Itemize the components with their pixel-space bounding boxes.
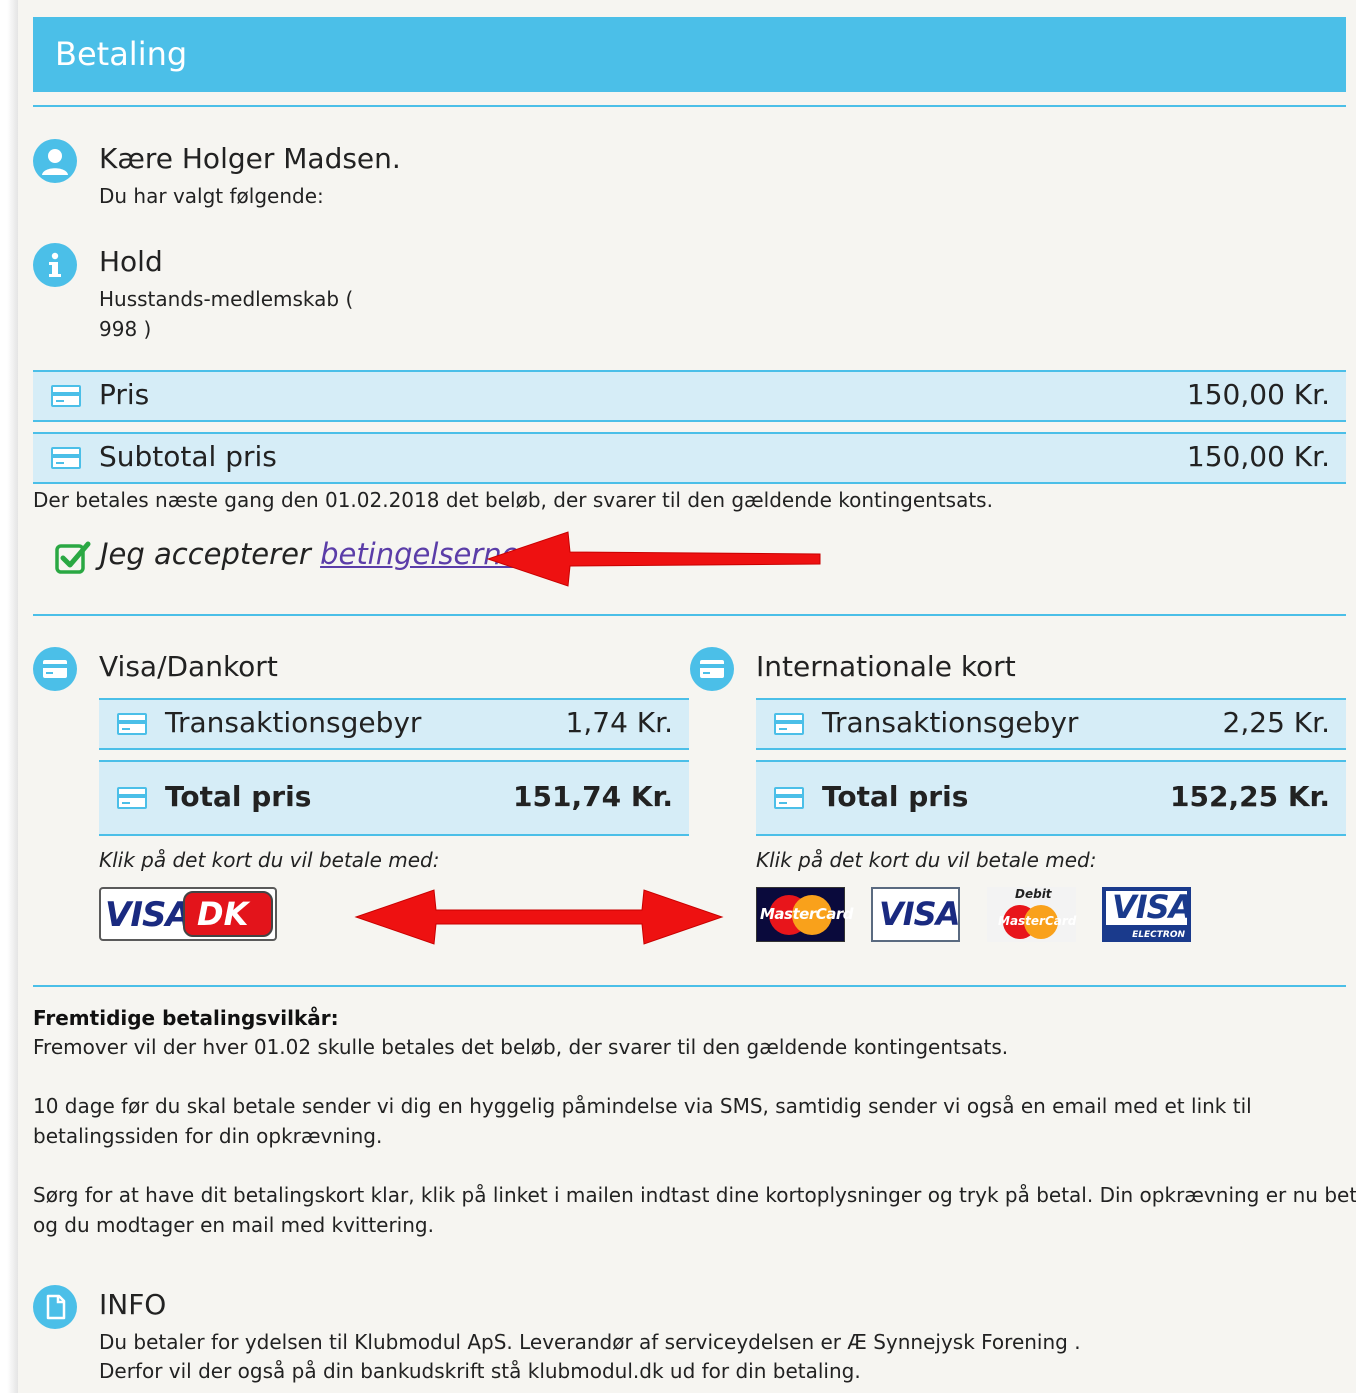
divider (33, 985, 1346, 987)
greeting-subtitle: Du har valgt følgende: (99, 184, 324, 208)
electron-logo-text: ELECTRON (1132, 930, 1185, 940)
visa-electron-card-button[interactable]: VISA ELECTRON (1102, 887, 1193, 942)
credit-card-icon (774, 787, 804, 809)
visa-dankort-instruction: Klik på det kort du vil betale med: (99, 848, 440, 872)
visa-dankort-title: Visa/Dankort (99, 650, 278, 683)
credit-card-icon (51, 447, 81, 469)
international-title: Internationale kort (756, 650, 1016, 683)
visa-logo-text: VISA (105, 895, 192, 935)
red-double-arrow (354, 889, 724, 945)
payment-page: Betaling Kære Holger Madsen. Du har valg… (0, 0, 1356, 1393)
terms-checkbox[interactable] (55, 541, 91, 574)
credit-card-icon (117, 787, 147, 809)
visa-card-button[interactable]: VISA (871, 887, 960, 942)
total-value: 152,25 Kr. (1170, 780, 1330, 813)
price-value: 150,00 Kr. (1186, 378, 1330, 411)
page-left-shadow (0, 0, 18, 1393)
total-label: Total pris (822, 780, 969, 813)
visa-dankort-card-button[interactable]: VISA DK (99, 887, 277, 941)
dankort-logo-text: DK (197, 895, 249, 933)
future-terms-line1: Fremover vil der hver 01.02 skulle betal… (33, 1035, 1009, 1059)
divider (33, 614, 1346, 616)
visa-dankort-total-row: Total pris 151,74 Kr. (99, 760, 689, 836)
credit-card-icon (117, 713, 147, 735)
future-terms-title: Fremtidige betalingsvilkår: (33, 1006, 339, 1030)
terms-accept-label: Jeg accepterer (100, 537, 321, 571)
terms-text: Jeg accepterer betingelserne (100, 537, 520, 571)
document-icon (33, 1285, 77, 1329)
page-title: Betaling (55, 35, 188, 73)
user-icon (33, 139, 77, 183)
price-label: Pris (99, 378, 150, 411)
visa-electron-logo-text: VISA (1112, 888, 1193, 926)
fee-label: Transaktionsgebyr (165, 706, 422, 739)
credit-card-icon (51, 385, 81, 407)
mastercard-logo-text: MasterCard (760, 905, 853, 923)
hold-number: 998 ) (99, 317, 152, 341)
fee-label: Transaktionsgebyr (822, 706, 1079, 739)
credit-card-circle-icon (33, 647, 77, 691)
price-row: Pris 150,00 Kr. (33, 370, 1346, 422)
visa-dankort-fee-row: Transaktionsgebyr 1,74 Kr. (99, 698, 689, 750)
future-terms-para2-line1: 10 dage før du skal betale sender vi dig… (33, 1094, 1252, 1118)
debit-mastercard-logo-text: MasterCard (998, 914, 1077, 928)
divider (33, 105, 1346, 107)
info-line2: Derfor vil der også på din bankudskrift … (99, 1359, 861, 1383)
info-icon (33, 243, 77, 287)
subtotal-value: 150,00 Kr. (1186, 440, 1330, 473)
info-title: INFO (99, 1288, 167, 1321)
hold-name: Husstands-medlemskab ( (99, 287, 354, 311)
hold-title: Hold (99, 245, 163, 278)
total-value: 151,74 Kr. (513, 780, 673, 813)
greeting-title: Kære Holger Madsen. (99, 142, 401, 175)
international-fee-row: Transaktionsgebyr 2,25 Kr. (756, 698, 1346, 750)
dankort-logo: DK (183, 891, 273, 937)
page-header: Betaling (33, 17, 1346, 92)
credit-card-icon (774, 713, 804, 735)
fee-value: 1,74 Kr. (565, 706, 673, 739)
debit-mastercard-card-button[interactable]: Debit MasterCard (987, 887, 1076, 942)
next-payment-note: Der betales næste gang den 01.02.2018 de… (33, 488, 993, 512)
total-label: Total pris (165, 780, 312, 813)
international-total-row: Total pris 152,25 Kr. (756, 760, 1346, 836)
credit-card-circle-icon (690, 647, 734, 691)
visa-logo-text: VISA (879, 895, 960, 933)
fee-value: 2,25 Kr. (1222, 706, 1330, 739)
mastercard-card-button[interactable]: MasterCard (756, 887, 853, 942)
subtotal-label: Subtotal pris (99, 440, 277, 473)
future-terms-para3-line1: Sørg for at have dit betalingskort klar,… (33, 1183, 1356, 1207)
info-line1: Du betaler for ydelsen til Klubmodul ApS… (99, 1330, 1081, 1354)
red-arrow-left (486, 531, 821, 587)
international-instruction: Klik på det kort du vil betale med: (756, 848, 1097, 872)
checkbox-checked-icon (55, 541, 91, 574)
future-terms-para2-line2: betalingssiden for din opkrævning. (33, 1124, 383, 1148)
subtotal-row: Subtotal pris 150,00 Kr. (33, 432, 1346, 484)
future-terms-para3-line2: og du modtager en mail med kvittering. (33, 1213, 434, 1237)
